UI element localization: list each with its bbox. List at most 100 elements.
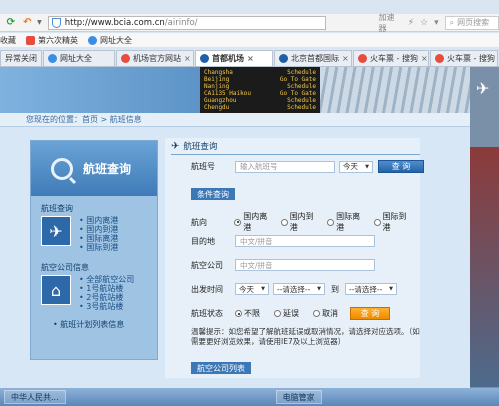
tab-item[interactable]: 机场官方网站 × <box>116 50 194 66</box>
panel-title: ✈ 航班查询 <box>165 138 420 153</box>
time-to-select[interactable]: --请选择-- ▼ <box>345 283 397 295</box>
direction-label: 航向 <box>191 217 207 227</box>
shield-icon <box>51 17 61 28</box>
tab-item[interactable]: 北京首都国际 × <box>274 50 352 66</box>
url-path: /airinfo/ <box>164 17 198 28</box>
tab-item[interactable]: 火车票 - 搜狗 × <box>353 50 429 66</box>
tab-item[interactable]: 网址大全 <box>43 50 115 66</box>
radio-dot <box>234 218 242 226</box>
sidebar-item-terminal-3[interactable]: 3号航站楼 <box>79 302 134 311</box>
url-host: http://www.bcia.com.cn <box>64 17 165 28</box>
airplane-icon: ✈ <box>171 140 180 152</box>
time-from-select[interactable]: --请选择-- ▼ <box>273 283 325 295</box>
sidebar-item-intl-departure[interactable]: 国际离港 <box>79 234 118 243</box>
radio-label: 不限 <box>244 309 260 318</box>
tab-item-active[interactable]: 首都机场 × <box>195 50 273 66</box>
radio-dot <box>280 218 288 226</box>
radio-status-cancelled[interactable]: 取消 <box>313 308 338 319</box>
sidebar-section-airline: 航空公司信息 <box>41 263 89 272</box>
board-city: Nanjing <box>204 83 230 90</box>
day-select[interactable]: 今天 ▼ <box>339 160 373 173</box>
magnifier-icon <box>51 157 73 180</box>
sidebar-item-all-airlines[interactable]: 全部航空公司 <box>79 275 134 284</box>
decoration-stripe <box>470 147 499 387</box>
tab-item[interactable]: 火车票 - 搜狗 <box>430 50 498 66</box>
close-icon[interactable]: × <box>184 54 191 63</box>
tab-label: 火车票 - 搜狗 <box>447 54 495 63</box>
day-select-value: 今天 <box>343 162 358 171</box>
airplane-icon: ✈ <box>41 216 71 246</box>
tab-label: 首都机场 <box>212 54 244 63</box>
sidebar-item-domestic-arrival[interactable]: 国内到港 <box>79 225 118 234</box>
chevron-down-icon[interactable]: ▼ <box>37 19 42 26</box>
board-status: Schedule <box>287 83 316 90</box>
radio-label: 延误 <box>283 309 299 318</box>
board-city: Beijing <box>204 76 230 83</box>
side-decoration: ✈ <box>470 67 499 388</box>
address-bar[interactable]: http://www.bcia.com.cn/airinfo/ <box>47 15 327 30</box>
airplane-icon: ✈ <box>476 79 490 98</box>
close-icon[interactable]: × <box>421 54 428 63</box>
sidebar-item-domestic-departure[interactable]: 国内离港 <box>79 216 118 225</box>
departure-day-select[interactable]: 今天 ▼ <box>235 283 269 295</box>
search-input[interactable]: ⌕ 网页搜索 <box>444 15 499 30</box>
sidebar-item-schedule[interactable]: 航班计划列表信息 <box>31 319 157 330</box>
radio-status-delayed[interactable]: 延误 <box>274 308 299 319</box>
query-button[interactable]: 查 询 <box>378 160 424 173</box>
airline-input[interactable]: 中文/拼音 <box>235 259 375 271</box>
radio-domestic-departure[interactable]: 国内离港 <box>234 211 274 233</box>
departure-row: 出发时间 今天 ▼ --请选择-- ▼ 到 --请选择-- ▼ <box>191 283 397 295</box>
flight-links: 国内离港 国内到港 国际离港 国际到港 <box>79 216 118 252</box>
departure-board: Changsha Schedule Beijing Go To Gate Nanji… <box>200 67 320 113</box>
tab-airline-list[interactable]: 航空公司列表 <box>191 362 251 374</box>
taskbar-item[interactable]: 中华人民共... <box>4 390 66 404</box>
lightning-icon[interactable]: ⚡ <box>408 18 414 28</box>
flight-search-panel: ✈ 航班查询 航班号 输入航班号 今天 ▼ 查 询 条件查询 航向 国内离港 国内… <box>165 138 424 378</box>
close-icon[interactable]: × <box>342 54 349 63</box>
radio-label: 国内到港 <box>289 212 314 232</box>
airport-banner: Changsha Schedule Beijing Go To Gate Nanji… <box>0 67 470 113</box>
bookmark-item[interactable]: 网址大全 <box>88 35 132 46</box>
chevron-down-icon[interactable]: ▾ <box>434 18 439 28</box>
tab-label: 网址大全 <box>60 54 92 63</box>
destination-input[interactable]: 中文/拼音 <box>235 235 375 247</box>
terminal-ceiling <box>320 67 470 113</box>
departure-day-value: 今天 <box>239 284 254 294</box>
star-icon[interactable]: ☆ <box>420 18 428 28</box>
taskbar-item[interactable]: 电脑管家 <box>275 390 322 404</box>
sidebar-item-terminal-1[interactable]: 1号航站楼 <box>79 284 134 293</box>
search-placeholder: 网页搜索 <box>457 18 490 27</box>
board-city: Chengdu <box>204 104 230 111</box>
tab-item[interactable]: 异常关闭 <box>0 50 42 66</box>
bookmark-item[interactable]: 第六次精英 <box>26 35 78 46</box>
direction-row: 航向 国内离港 国内到港 国际离港 国际到港 <box>191 211 420 233</box>
radio-domestic-arrival[interactable]: 国内到港 <box>280 211 321 233</box>
breadcrumb-text[interactable]: 您现在的位置：首页 > 航班信息 <box>26 114 142 125</box>
airline-links: 全部航空公司 1号航站楼 2号航站楼 3号航站楼 <box>79 275 134 311</box>
tab-condition-search[interactable]: 条件查询 <box>191 188 235 200</box>
close-icon[interactable]: × <box>247 54 254 63</box>
sidebar-header: 航班查询 <box>31 141 157 196</box>
tab-label: 异常关闭 <box>5 54 37 63</box>
accelerator-button[interactable]: 加速器 <box>378 12 401 34</box>
board-city: CA1135 Haikou <box>204 90 251 97</box>
sidebar-item-terminal-2[interactable]: 2号航站楼 <box>79 293 134 302</box>
sidebar-item-intl-arrival[interactable]: 国际到港 <box>79 243 118 252</box>
radio-intl-arrival[interactable]: 国际到港 <box>373 211 414 233</box>
taskbar: 中华人民共... 电脑管家 <box>0 388 499 406</box>
back-icon[interactable]: ↶ <box>21 16 35 30</box>
bookmark-favorites[interactable]: 收藏 <box>0 35 16 46</box>
tip-text: 温馨提示：如您希望了解航班延误或取消情况，请选择对应选项。（如需要更好浏览效果，… <box>191 327 420 346</box>
bookmark-label: 收藏 <box>0 35 16 45</box>
board-status: Schedule <box>287 97 316 104</box>
flight-number-label: 航班号 <box>191 162 215 171</box>
flight-number-input[interactable]: 输入航班号 <box>235 160 335 173</box>
page-icon <box>26 35 35 45</box>
board-row: Guangzhou Schedule <box>204 97 316 104</box>
radio-intl-departure[interactable]: 国际离港 <box>327 211 367 233</box>
globe-icon <box>88 35 97 45</box>
radio-dot <box>274 310 281 317</box>
condition-query-button[interactable]: 查 询 <box>350 307 390 320</box>
refresh-icon[interactable]: ⟳ <box>4 16 18 30</box>
radio-status-any[interactable]: 不限 <box>235 308 260 319</box>
